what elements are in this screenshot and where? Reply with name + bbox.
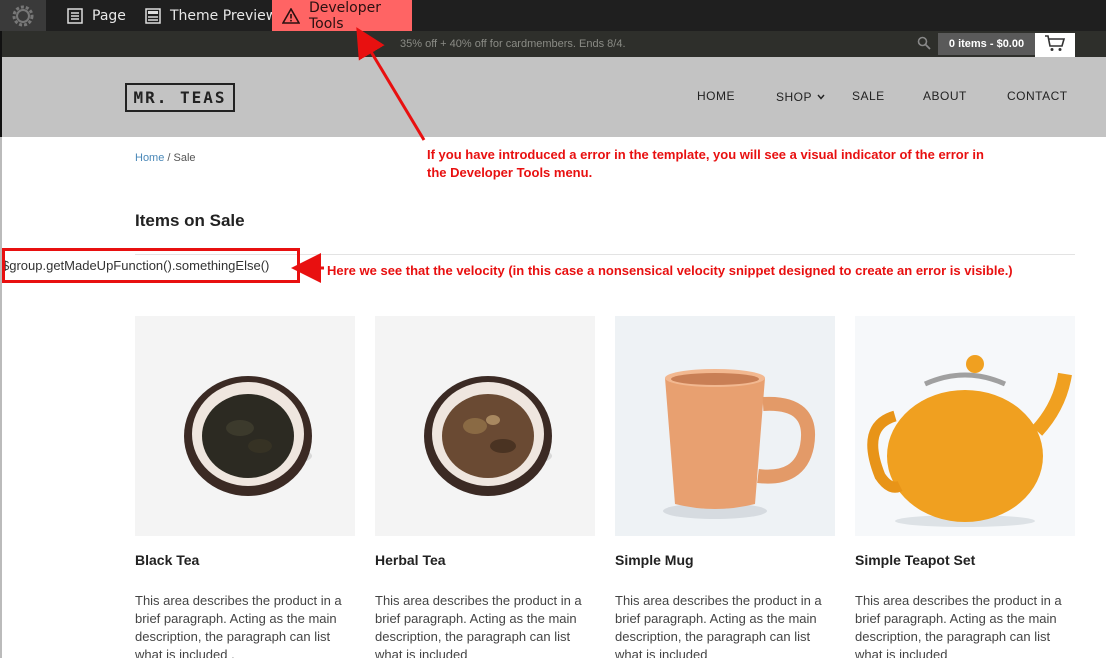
product-card[interactable]: Herbal Tea This area describes the produ… (375, 316, 595, 658)
product-description: This area describes the product in a bri… (855, 593, 1062, 658)
product-image-herbal-tea[interactable] (375, 316, 595, 536)
annotation-error-indicator: If you have introduced a error in the te… (427, 147, 984, 180)
product-image-simple-mug[interactable] (615, 316, 835, 536)
product-image-simple-teapot-set[interactable] (855, 316, 1075, 536)
product-name[interactable]: Simple Teapot Set (855, 552, 975, 568)
product-card[interactable]: Black Tea This area describes the produc… (135, 316, 355, 658)
product-name[interactable]: Black Tea (135, 552, 199, 568)
product-description: This area describes the product in a bri… (135, 593, 342, 658)
product-image-black-tea[interactable] (135, 316, 355, 536)
product-description: This area describes the product in a bri… (375, 593, 582, 658)
annotation-velocity-visible: Here we see that the velocity (in this c… (327, 263, 1013, 278)
product-name[interactable]: Herbal Tea (375, 552, 446, 568)
product-card[interactable]: Simple Mug This area describes the produ… (615, 316, 835, 658)
product-name[interactable]: Simple Mug (615, 552, 694, 568)
product-description: This area describes the product in a bri… (615, 593, 822, 658)
product-card[interactable]: Simple Teapot Set This area describes th… (855, 316, 1075, 658)
arrow-to-developer-tools (356, 27, 426, 141)
